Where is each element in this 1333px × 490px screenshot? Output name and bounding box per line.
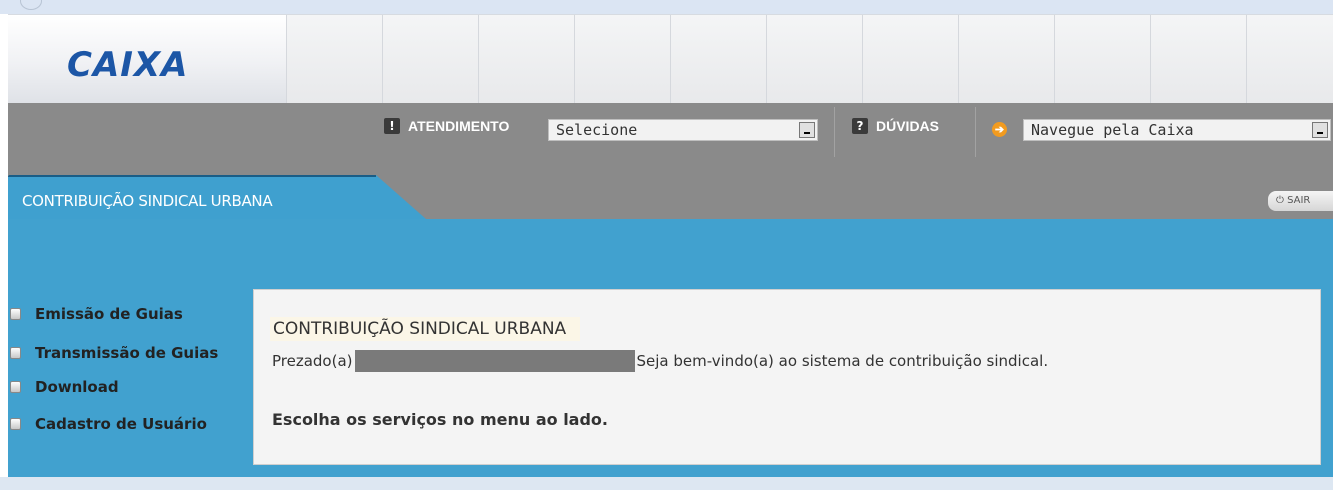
bullet-icon	[10, 418, 21, 430]
bullet-icon	[10, 308, 21, 320]
greeting-suffix: Seja bem-vindo(a) ao sistema de contribu…	[636, 352, 1049, 370]
redacted-name	[354, 350, 635, 372]
sair-label: SAIR	[1287, 195, 1311, 206]
header-tile	[958, 15, 1054, 103]
bullet-icon	[10, 347, 21, 359]
menu-item-download[interactable]: Download	[10, 378, 119, 396]
header-tile	[478, 15, 574, 103]
duvidas-text: DÚVIDAS	[876, 118, 940, 134]
header-tile	[1150, 15, 1246, 103]
header-tile	[286, 15, 382, 103]
tab-slope	[376, 175, 426, 219]
logo-area: CAIXA	[8, 15, 286, 103]
atendimento-select-value: Selecione	[556, 121, 638, 139]
menu-item-transmissao[interactable]: Transmissão de Guias	[10, 344, 218, 362]
orange-arrow-icon: ➔	[992, 122, 1007, 137]
header-tile	[574, 15, 670, 103]
question-icon: ?	[852, 118, 868, 134]
header-tile	[1054, 15, 1150, 103]
navegue-indicator: ➔	[992, 122, 1018, 137]
header-banner: CAIXA	[8, 14, 1333, 103]
atendimento-label: ! ATENDIMENTO	[384, 118, 509, 134]
toolbar-divider	[975, 107, 976, 157]
dropdown-arrow-icon[interactable]	[799, 122, 815, 138]
circle-decoration	[20, 0, 42, 10]
content-box: CONTRIBUIÇÃO SINDICAL URBANA Prezado(a) …	[253, 289, 1321, 465]
instruction-text: Escolha os serviços no menu ao lado.	[272, 410, 608, 429]
bottom-strip	[0, 477, 1333, 490]
header-tile	[670, 15, 766, 103]
atendimento-text: ATENDIMENTO	[408, 118, 510, 134]
exclamation-icon: !	[384, 118, 400, 134]
greeting-prefix: Prezado(a)	[272, 352, 353, 370]
bullet-icon	[10, 381, 21, 393]
menu-item-label: Cadastro de Usuário	[35, 415, 207, 433]
menu-item-label: Transmissão de Guias	[35, 344, 219, 362]
caixa-logo[interactable]: CAIXA	[67, 45, 188, 85]
sair-button[interactable]: ⏻ SAIR	[1268, 191, 1333, 211]
header-tile	[1246, 15, 1333, 103]
content-title: CONTRIBUIÇÃO SINDICAL URBANA	[270, 317, 581, 341]
header-tiles	[286, 15, 1333, 103]
header-tile	[382, 15, 478, 103]
tab-label[interactable]: CONTRIBUIÇÃO SINDICAL URBANA	[22, 192, 273, 210]
top-strip	[0, 0, 1333, 14]
header-tile	[862, 15, 958, 103]
power-icon: ⏻	[1276, 195, 1288, 206]
menu-item-label: Emissão de Guias	[35, 305, 183, 323]
menu-item-cadastro[interactable]: Cadastro de Usuário	[10, 415, 207, 433]
greeting-line: Prezado(a) Seja bem-vindo(a) ao sistema …	[272, 350, 1048, 372]
duvidas-link[interactable]: ? DÚVIDAS	[852, 118, 939, 134]
tab-bar: CONTRIBUIÇÃO SINDICAL URBANA ⏻ SAIR	[8, 161, 1333, 221]
dropdown-arrow-icon[interactable]	[1312, 122, 1328, 138]
navegue-select[interactable]: Navegue pela Caixa	[1023, 119, 1331, 141]
menu-item-emissao[interactable]: Emissão de Guias	[10, 305, 183, 323]
header-tile	[766, 15, 862, 103]
top-toolbar: ! ATENDIMENTO Selecione ? DÚVIDAS ➔ Nave…	[8, 103, 1333, 161]
toolbar-divider	[834, 107, 835, 157]
navegue-select-value: Navegue pela Caixa	[1031, 121, 1194, 139]
menu-item-label: Download	[35, 378, 119, 396]
atendimento-select[interactable]: Selecione	[548, 119, 818, 141]
